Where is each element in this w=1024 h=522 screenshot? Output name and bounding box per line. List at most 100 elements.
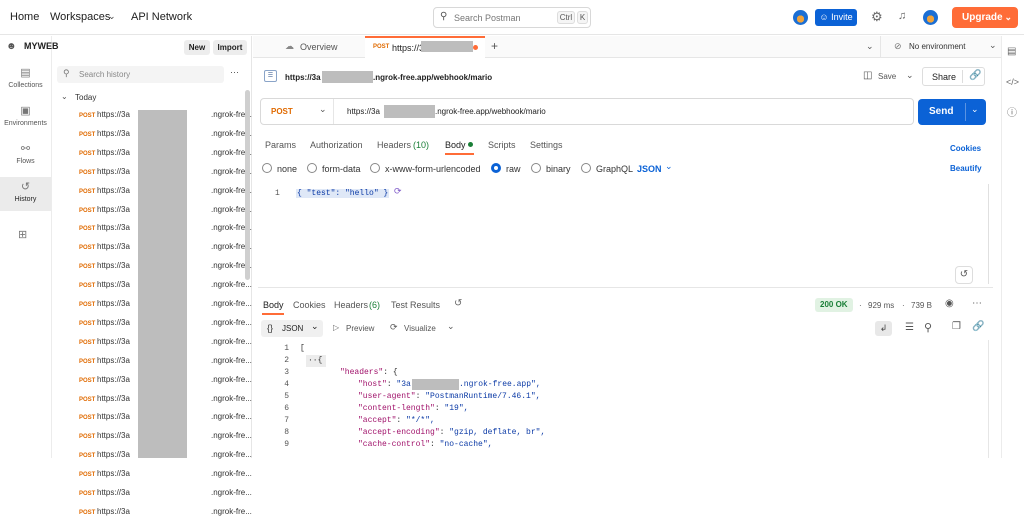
beautify-link[interactable]: Beautify — [950, 164, 982, 173]
history-item[interactable]: POST https://3a .ngrok-fre... — [79, 465, 252, 483]
history-item[interactable]: POST https://3a .ngrok-fre... — [79, 276, 252, 294]
history-item[interactable]: POST https://3a .ngrok-fre... — [79, 144, 252, 162]
history-item[interactable]: POST https://3a .ngrok-fre... — [79, 446, 252, 464]
tab-settings[interactable]: Settings — [530, 140, 563, 150]
more-options-icon[interactable]: ⋯ — [972, 298, 982, 309]
tab-headers[interactable]: Headers — [377, 140, 411, 150]
copy-icon[interactable]: ❐ — [952, 321, 961, 332]
gear-icon[interactable]: ⚙ — [871, 9, 883, 25]
response-tab-headers[interactable]: Headers — [334, 300, 368, 310]
request-title-suffix[interactable]: .ngrok-free.app/webhook/mario — [373, 73, 492, 82]
history-item[interactable]: POST https://3a .ngrok-fre... — [79, 106, 252, 124]
upgrade-button[interactable]: Upgrade ⌄ — [952, 7, 1018, 28]
ai-suggest-icon[interactable]: ⟳ — [394, 186, 402, 197]
history-item[interactable]: POST https://3a .ngrok-fre... — [79, 390, 252, 408]
rail-environments[interactable]: ▣ Environments — [0, 106, 51, 128]
code-icon[interactable]: </> — [1006, 77, 1019, 87]
history-icon[interactable]: ↺ — [955, 266, 973, 284]
send-button[interactable]: Send ⌄ — [918, 99, 986, 125]
tab-params[interactable]: Params — [265, 140, 296, 150]
history-search-input[interactable]: ⚲ Search history — [57, 66, 224, 83]
history-icon[interactable]: ↺ — [454, 298, 462, 309]
history-item[interactable]: POST https://3a .ngrok-fre... — [79, 503, 252, 521]
history-item[interactable]: POST https://3a .ngrok-fre... — [79, 201, 252, 219]
share-button[interactable]: Share — [932, 72, 956, 82]
response-time[interactable]: 929 ms — [868, 301, 894, 310]
workspaces-menu[interactable]: Workspaces — [50, 11, 110, 23]
history-item[interactable]: POST https://3a .ngrok-fre... — [79, 427, 252, 445]
url-input-suffix[interactable]: .ngrok-free.app/webhook/mario — [435, 107, 546, 116]
radio-form-data-label[interactable]: form-data — [322, 164, 361, 174]
user-avatar[interactable] — [923, 10, 938, 25]
history-item[interactable]: POST https://3a .ngrok-fre... — [79, 163, 252, 181]
configure-sidebar-icon[interactable]: ⊞ — [18, 228, 27, 241]
history-item[interactable]: POST https://3a .ngrok-fre... — [79, 182, 252, 200]
response-tab-cookies[interactable]: Cookies — [293, 300, 326, 310]
filter-icon[interactable]: ☰ — [905, 322, 914, 333]
global-search[interactable]: ⚲ Search Postman Ctrl K — [433, 7, 591, 28]
chevron-down-icon[interactable]: ⌄ — [971, 104, 979, 115]
rail-history[interactable]: ↺ History — [0, 177, 51, 211]
tab-scripts[interactable]: Scripts — [488, 140, 516, 150]
rail-collections[interactable]: ▤ Collections — [0, 68, 51, 90]
radio-raw-label[interactable]: raw — [506, 164, 521, 174]
radio-graphql-label[interactable]: GraphQL — [596, 164, 633, 174]
link-icon[interactable]: 🔗 — [972, 321, 984, 332]
request-body-code[interactable]: { "test": "hello" } — [296, 189, 390, 198]
chevron-down-icon[interactable]: ⌄ — [866, 41, 874, 52]
tab-authorization[interactable]: Authorization — [310, 140, 363, 150]
tab-overview[interactable]: ☁ Overview — [253, 36, 365, 58]
response-tab-tests[interactable]: Test Results — [391, 300, 440, 310]
history-item[interactable]: POST https://3a .ngrok-fre... — [79, 333, 252, 351]
chevron-down-icon[interactable]: ⌄ — [61, 92, 68, 101]
response-size[interactable]: 739 B — [911, 301, 932, 310]
history-item[interactable]: POST https://3a .ngrok-fre... — [79, 314, 252, 332]
home-link[interactable]: Home — [10, 11, 39, 23]
history-group-today[interactable]: Today — [75, 93, 96, 102]
radio-raw[interactable] — [491, 163, 501, 173]
wrap-lines-icon[interactable]: ↲ — [875, 321, 892, 336]
add-tab-icon[interactable]: + — [491, 39, 498, 53]
history-item[interactable]: POST https://3a .ngrok-fre... — [79, 125, 252, 143]
body-language-select[interactable]: JSON — [637, 164, 662, 174]
radio-binary[interactable] — [531, 163, 541, 173]
team-avatar[interactable] — [793, 10, 808, 25]
history-item[interactable]: POST https://3a .ngrok-fre... — [79, 352, 252, 370]
save-button[interactable]: ◫ Save ⌄ — [861, 68, 916, 85]
environment-select[interactable]: ⊘ No environment ⌄ — [880, 36, 1001, 58]
history-item[interactable]: POST https://3a .ngrok-fre... — [79, 484, 252, 502]
radio-urlencoded-label[interactable]: x-www-form-urlencoded — [385, 164, 481, 174]
chevron-down-icon[interactable]: ⌄ — [108, 11, 116, 22]
chevron-down-icon[interactable]: ⌄ — [447, 321, 455, 332]
search-icon[interactable]: ⚲ — [924, 321, 932, 334]
cookies-link[interactable]: Cookies — [950, 144, 981, 153]
visualize-button[interactable]: Visualize — [404, 324, 436, 333]
request-body-editor[interactable]: 1 { "test": "hello" } ⟳ ↺ — [258, 182, 993, 288]
url-input-prefix[interactable]: https://3a — [347, 107, 380, 116]
history-item[interactable]: POST https://3a .ngrok-fre... — [79, 371, 252, 389]
history-item[interactable]: POST https://3a .ngrok-fre... — [79, 219, 252, 237]
sidebar-scrollbar[interactable] — [245, 90, 250, 280]
bell-icon[interactable]: ♫ — [898, 10, 906, 22]
documentation-icon[interactable]: ▤ — [1007, 46, 1016, 57]
api-network-link[interactable]: API Network — [131, 11, 192, 23]
radio-form-data[interactable] — [307, 163, 317, 173]
link-icon[interactable]: 🔗 — [969, 70, 981, 81]
request-title-prefix[interactable]: https://3a — [285, 73, 321, 82]
status-badge[interactable]: 200 OK — [815, 298, 853, 312]
method-select[interactable]: POST ⌄ — [261, 99, 334, 124]
tab-body[interactable]: Body — [445, 140, 466, 150]
history-item[interactable]: POST https://3a .ngrok-fre... — [79, 257, 252, 275]
info-icon[interactable]: ⓘ — [1007, 104, 1017, 119]
history-item[interactable]: POST https://3a .ngrok-fre... — [79, 295, 252, 313]
history-item[interactable]: POST https://3a .ngrok-fre... — [79, 238, 252, 256]
radio-graphql[interactable] — [581, 163, 591, 173]
radio-none[interactable] — [262, 163, 272, 173]
history-item[interactable]: POST https://3a .ngrok-fre... — [79, 408, 252, 426]
radio-binary-label[interactable]: binary — [546, 164, 571, 174]
invite-button[interactable]: ☺ Invite — [815, 9, 857, 26]
response-tab-body[interactable]: Body — [263, 300, 284, 310]
chevron-down-icon[interactable]: ⌄ — [665, 161, 673, 172]
response-format-select[interactable]: {} JSON ⌄ — [261, 320, 323, 337]
preview-button[interactable]: Preview — [346, 324, 374, 333]
